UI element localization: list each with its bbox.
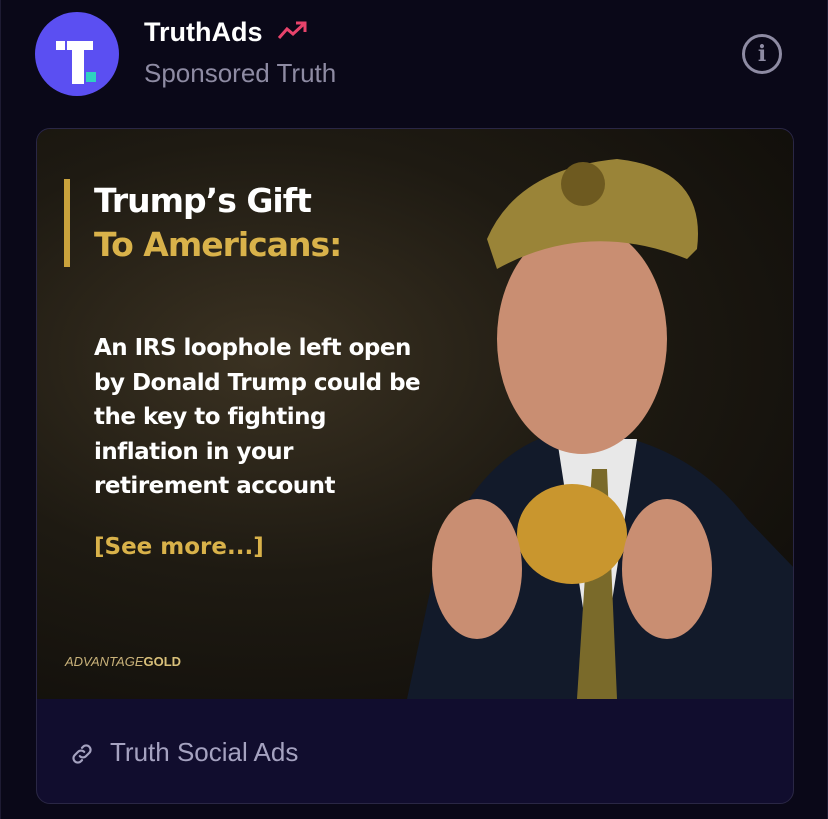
avatar[interactable] [35,12,119,96]
ad-body-text: An IRS loophole left open by Donald Trum… [94,335,421,499]
ad-image[interactable]: Trump’s Gift To Americans: An IRS loopho… [37,129,793,699]
info-icon[interactable]: i [742,34,782,74]
trending-up-icon [277,21,307,39]
ad-headline-line-2: To Americans: [94,225,342,264]
ad-footer[interactable]: Truth Social Ads [37,699,793,803]
account-name[interactable]: TruthAds [144,17,263,48]
advantage-gold-logo: ADVANTAGEGOLD [65,654,182,669]
sponsored-label: Sponsored Truth [144,58,337,88]
footer-link-label[interactable]: Truth Social Ads [110,737,298,768]
post-frame: TruthAds Sponsored Truth i Trump’s Gift … [0,0,828,819]
link-icon [72,744,92,764]
ad-headline-line-1: Trump’s Gift [94,181,312,220]
ad-card[interactable]: Trump’s Gift To Americans: An IRS loopho… [36,128,794,804]
see-more-link[interactable]: [See more...] [94,534,264,560]
accent-bar [64,179,70,267]
